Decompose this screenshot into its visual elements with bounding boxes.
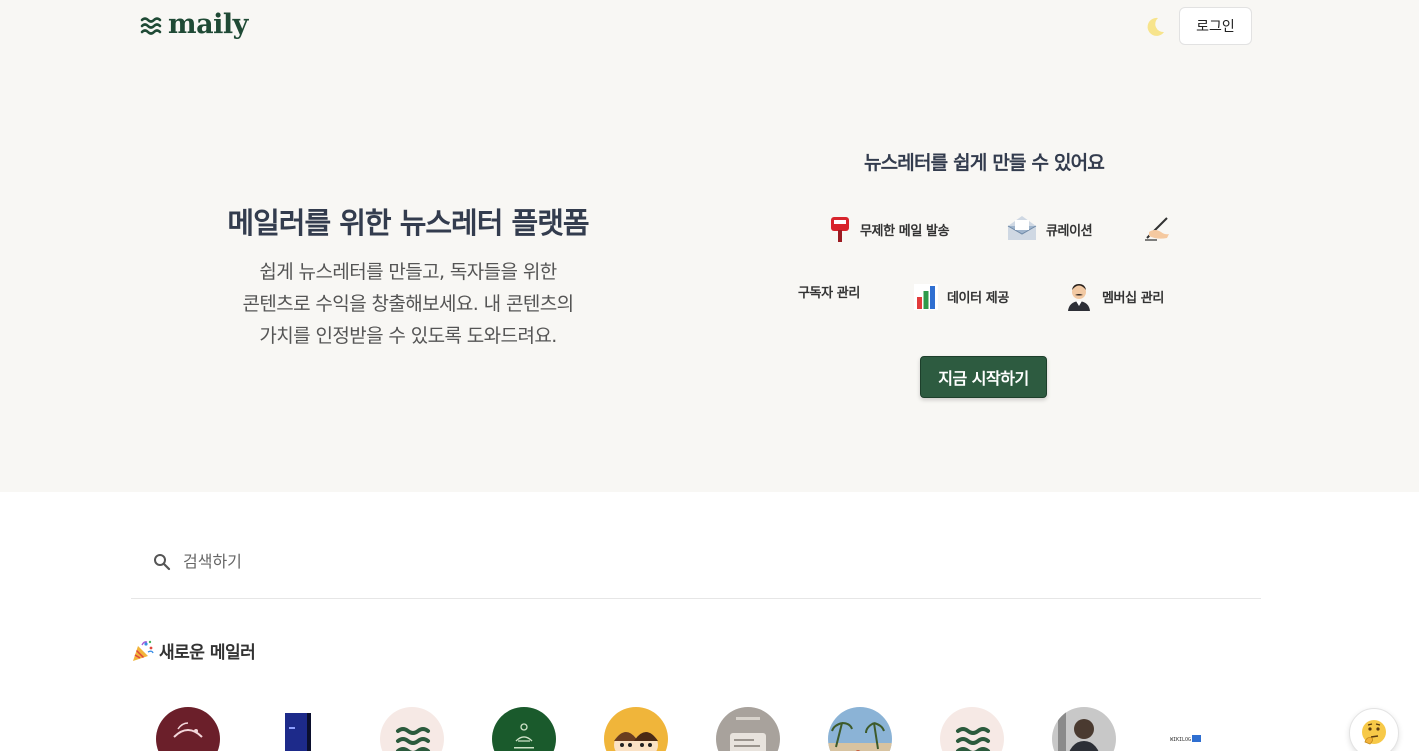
- mailer-avatar[interactable]: [940, 707, 1004, 751]
- feature-subscriber-management: 구독자 관리: [798, 282, 860, 301]
- writing-hand-icon: [1145, 217, 1169, 241]
- hero-subtitle-line: 콘텐츠로 수익을 창출해보세요. 내 콘텐츠의: [242, 293, 574, 315]
- avatar-beach: [828, 707, 892, 751]
- svg-text:WIKILOG: WIKILOG: [1170, 737, 1191, 743]
- search-bar: [131, 540, 1261, 599]
- mailer-avatar[interactable]: [604, 707, 668, 751]
- feature-label: 구독자 관리: [798, 286, 860, 301]
- mailer-avatar[interactable]: WIKILOG: [1164, 707, 1228, 751]
- start-now-button[interactable]: 지금 시작하기: [920, 356, 1047, 398]
- hero-title: 메일러를 위한 뉴스레터 플랫폼: [227, 206, 589, 240]
- features-title: 뉴스레터를 쉽게 만들 수 있어요: [863, 152, 1105, 174]
- mailer-avatar[interactable]: [1052, 707, 1116, 751]
- hero-subtitle-line: 가치를 인정받을 수 있도록 도와드려요.: [259, 325, 557, 347]
- avatar-cartoon-couple: [604, 707, 668, 751]
- new-mailers-title: 새로운 메일러: [131, 638, 256, 663]
- mailer-avatar[interactable]: [380, 707, 444, 751]
- feature-label: 큐레이션: [1046, 223, 1093, 239]
- party-popper-icon: [133, 640, 154, 661]
- mailer-avatar[interactable]: [716, 707, 780, 751]
- section-title-text: 새로운 메일러: [159, 643, 256, 663]
- man-in-suit-icon: [1068, 284, 1090, 311]
- hero-subtitle-line: 쉽게 뉴스레터를 만들고, 독자들을 위한: [259, 261, 557, 283]
- feature-curation: 큐레이션: [1006, 214, 1093, 244]
- feature-label: 데이터 제공: [947, 290, 1009, 306]
- moon-icon[interactable]: [1142, 14, 1168, 40]
- feature-label: 무제한 메일 발송: [860, 223, 950, 239]
- mailer-avatar[interactable]: [268, 707, 332, 751]
- avatar-maroon: [156, 707, 220, 751]
- avatar-person-photo: [1052, 707, 1116, 751]
- avatar-maily-default-2: [940, 707, 1004, 751]
- mailer-avatar[interactable]: [492, 707, 556, 751]
- mailbox-icon: [831, 217, 849, 242]
- feature-writing: [1143, 212, 1181, 242]
- feature-unlimited-mail: 무제한 메일 발송: [828, 214, 950, 244]
- mailer-avatar[interactable]: [156, 707, 220, 751]
- maily-waves-icon: [140, 17, 162, 35]
- avatar-wikilog: WIKILOG: [1164, 707, 1228, 751]
- hero-subtitle: 쉽게 뉴스레터를 만들고, 독자들을 위한 콘텐츠로 수익을 창출해보세요. 내…: [200, 256, 616, 352]
- thinking-face-icon: [1362, 720, 1386, 745]
- avatar-blue-book: [268, 707, 332, 751]
- avatar-green-yoga: [492, 707, 556, 751]
- maily-logo[interactable]: maily: [140, 10, 248, 40]
- envelope-icon: [1007, 216, 1037, 240]
- login-button[interactable]: 로그인: [1179, 7, 1252, 45]
- feature-data: 데이터 제공: [913, 281, 1009, 311]
- avatar-blurred-doc: [716, 707, 780, 751]
- mailer-avatar[interactable]: [828, 707, 892, 751]
- logo-text: maily: [168, 9, 248, 40]
- bar-chart-icon: [914, 284, 938, 310]
- hero-section: maily 로그인 메일러를 위한 뉴스레터 플랫폼 쉽게 뉴스레터를 만들고,…: [0, 0, 1419, 492]
- feature-label: 멤버십 관리: [1102, 290, 1164, 306]
- feature-membership: 멤버십 관리: [1064, 281, 1164, 311]
- avatar-maily-default: [380, 707, 444, 751]
- search-input[interactable]: [183, 548, 1083, 574]
- help-button[interactable]: [1349, 708, 1399, 751]
- search-icon: [154, 554, 171, 571]
